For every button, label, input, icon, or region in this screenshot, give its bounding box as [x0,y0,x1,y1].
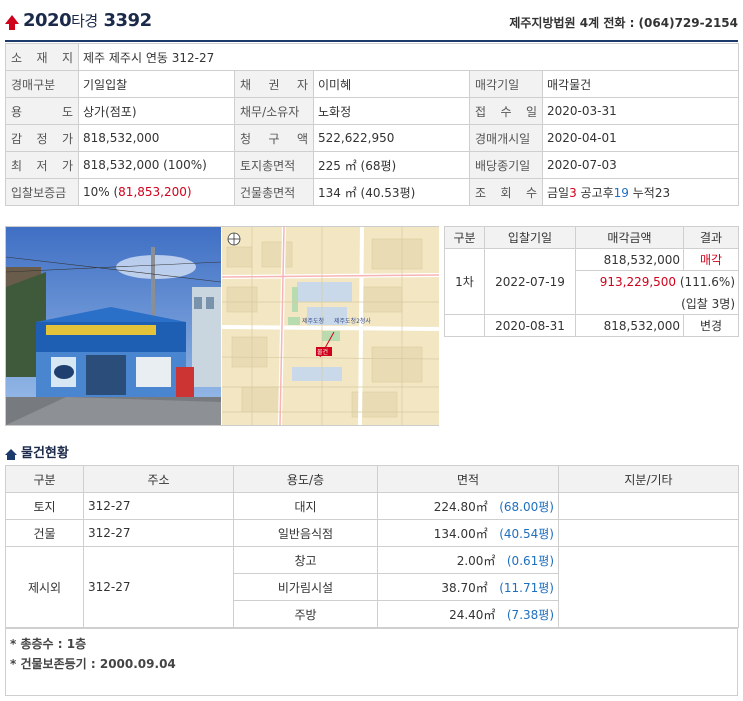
receipt-date-label: 접 수 일 [469,97,543,125]
bid-history-table: 구분 입찰기일 매각금액 결과 1차 818,532,000 매각 2022-0… [444,226,739,337]
property-images: 제주도청 제주도청2청사 물건 [5,226,439,426]
map-label-1: 제주도청 [302,317,324,325]
creditor-label: 채 권 자 [234,70,314,98]
appraisal-label: 감 정 가 [5,124,79,152]
note-floors: * 총층수 : 1층 [10,637,87,651]
up-arrow-icon [5,15,19,30]
property-photo[interactable] [6,227,221,425]
claim-value: 522,622,950 [313,124,470,152]
bid-amount-1: 818,532,000 [575,248,684,271]
appraisal-value: 818,532,000 [78,124,235,152]
sale-date-value: 매각물건 [542,70,739,98]
use-value: 상가(점포) [78,97,235,125]
bid-header-date: 입찰기일 [484,226,576,249]
table-row: 제시외 312-27 창고 2.00㎡ (0.61평) [5,546,739,628]
minimum-price-label: 최 저 가 [5,151,79,179]
views-value: 금일3 공고후19 누적23 [542,178,739,206]
sold-amount: 913,229,500 (111.6%) [575,270,739,293]
table-row: 토지 312-27 대지 224.80㎡ (68.00평) [5,492,739,520]
section-title: 물건현황 [5,442,69,461]
receipt-date-value: 2020-03-31 [542,97,739,125]
sale-date-label: 매각기일 [469,70,543,98]
dividend-date-value: 2020-07-03 [542,151,739,179]
use-label: 용 도 [5,97,79,125]
location-label: 소 재 지 [5,43,79,71]
bidder-count: (입찰 3명) [575,292,739,315]
bid-date-1: 2022-07-19 [484,270,576,293]
deposit-value: 10% (81,853,200) [78,178,235,206]
prop-header-area: 면적 [377,465,559,493]
auction-type-label: 경매구분 [5,70,79,98]
prop-header-share: 지분/기타 [558,465,739,493]
building-area-value: 134 ㎡ (40.53평) [313,178,470,206]
building-area-label: 건물총면적 [234,178,314,206]
land-area-label: 토지총면적 [234,151,314,179]
bid-result-2: 변경 [683,314,739,337]
property-table: 구분 주소 용도/층 면적 지분/기타 토지 312-27 대지 224.80㎡… [5,465,739,628]
map-label-2: 제주도청2청사 [334,317,371,325]
claim-label: 청 구 액 [234,124,314,152]
bid-header-result: 결과 [683,226,739,249]
bid-round: 1차 [444,248,485,315]
notes-box: * 총층수 : 1층 * 건물보존등기 : 2000.09.04 [5,628,738,696]
creditor-value: 이미혜 [313,70,470,98]
auction-type-value: 기일입찰 [78,70,235,98]
bid-amount-2: 818,532,000 [575,314,684,337]
bid-result-1: 매각 [683,248,739,271]
case-info-table: 소 재 지 제주 제주시 연동 312-27 경매구분 기일입찰 채 권 자 이… [5,43,739,206]
map-pin-label: 물건 [317,348,328,356]
table-row: 건물 312-27 일반음식점 134.00㎡ (40.54평) [5,519,739,547]
court-info: 제주지방법원 4계 전화 : (064)729-2154 [509,16,738,30]
location-value: 제주 제주시 연동 312-27 [78,43,739,71]
deposit-label: 입찰보증금 [5,178,79,206]
dividend-date-label: 배당종기일 [469,151,543,179]
home-icon [5,449,17,460]
case-number: 2020타경 3392 [23,10,152,31]
minimum-price-value: 818,532,000 (100%) [78,151,235,179]
debtor-label: 채무/소유자 [234,97,314,125]
note-registration: * 건물보존등기 : 2000.09.04 [10,657,176,671]
header-divider [5,40,738,42]
bid-header-amount: 매각금액 [575,226,684,249]
bid-date-2: 2020-08-31 [484,314,576,337]
views-label: 조 회 수 [469,178,543,206]
prop-header-address: 주소 [83,465,234,493]
land-area-value: 225 ㎡ (68평) [313,151,470,179]
debtor-value: 노화정 [313,97,470,125]
location-map[interactable]: 제주도청 제주도청2청사 물건 [222,227,439,425]
bid-header-round: 구분 [444,226,485,249]
prop-header-kind: 구분 [5,465,84,493]
prop-header-use: 용도/층 [233,465,378,493]
start-date-label: 경매개시일 [469,124,543,152]
start-date-value: 2020-04-01 [542,124,739,152]
case-header: 2020타경 3392 제주지방법원 4계 전화 : (064)729-2154 [5,8,738,38]
